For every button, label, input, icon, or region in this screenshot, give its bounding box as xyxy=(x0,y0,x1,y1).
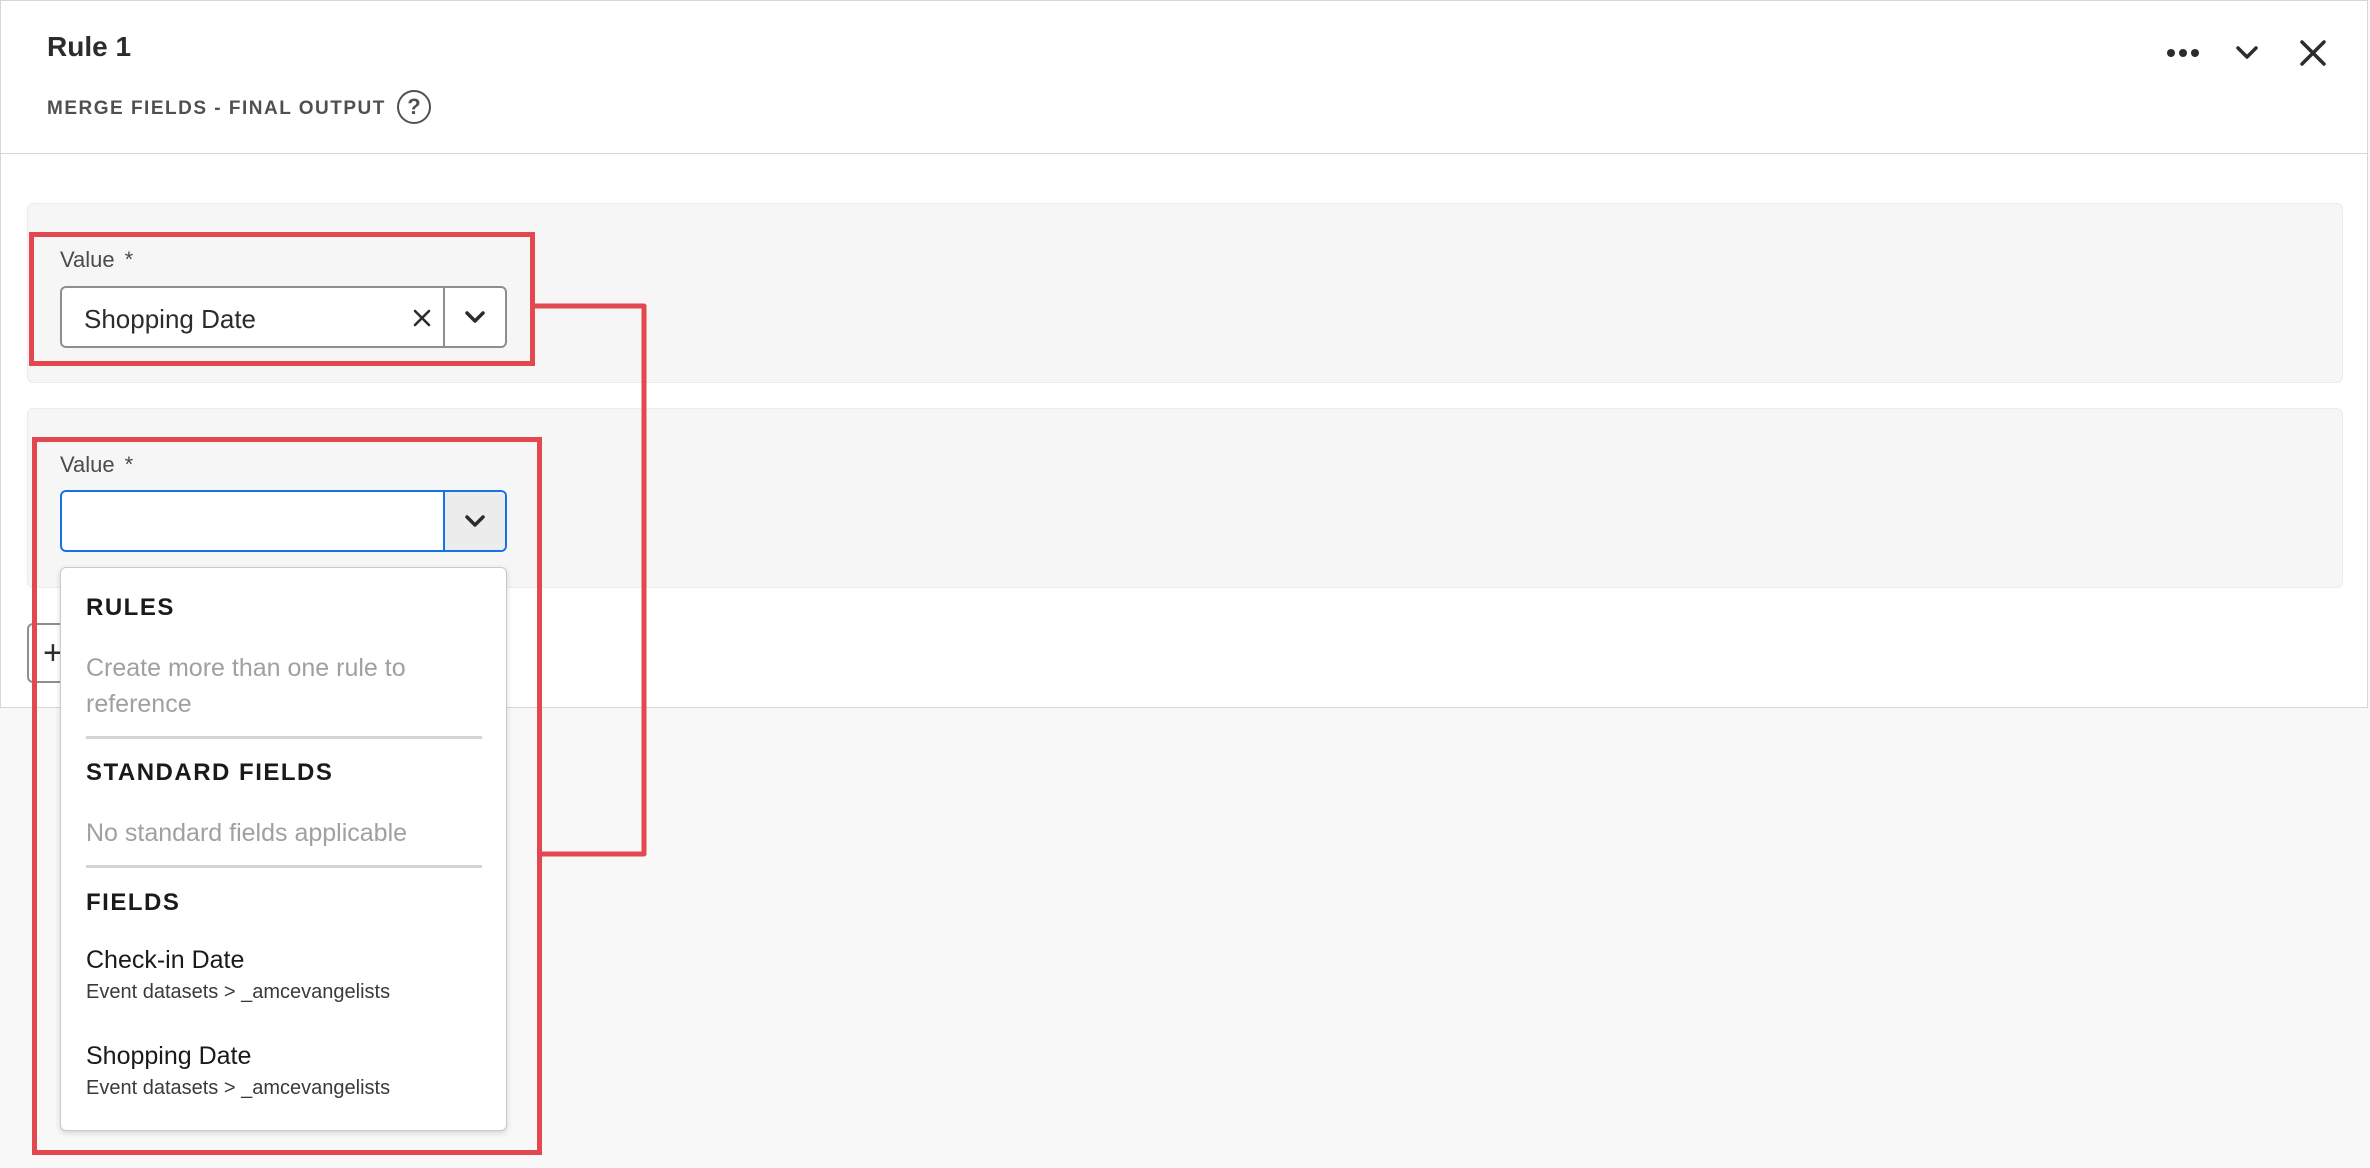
value-label-text: Value xyxy=(60,452,115,477)
chevron-down-icon xyxy=(465,515,485,527)
option-title: Check-in Date xyxy=(86,946,245,974)
required-mark: * xyxy=(124,247,134,272)
option-title: Shopping Date xyxy=(86,1042,252,1070)
value-label-1: Value * xyxy=(60,247,133,273)
chevron-down-icon xyxy=(465,311,485,323)
value-label-2: Value * xyxy=(60,452,133,478)
field-option-check-in-date[interactable]: Check-in Date Event datasets > _amcevang… xyxy=(86,946,486,1004)
required-mark: * xyxy=(124,452,134,477)
value-dropdown-menu: RULES Create more than one rule to refer… xyxy=(60,567,507,1131)
more-horizontal-icon xyxy=(2167,49,2199,57)
chevron-down-icon xyxy=(2236,46,2258,59)
section-heading-fields: FIELDS xyxy=(86,889,181,916)
close-button[interactable] xyxy=(2291,31,2335,75)
clear-value-button[interactable] xyxy=(407,303,437,333)
value-input-1[interactable]: Shopping Date xyxy=(84,304,256,335)
section-heading-rules: RULES xyxy=(86,594,175,621)
value-combobox-1[interactable]: Shopping Date xyxy=(60,286,507,348)
value-dropdown-toggle-1[interactable] xyxy=(443,288,505,346)
value-label-text: Value xyxy=(60,247,115,272)
field-option-shopping-date[interactable]: Shopping Date Event datasets > _amcevang… xyxy=(86,1042,486,1100)
section-divider xyxy=(86,865,482,868)
value-combobox-2[interactable] xyxy=(60,490,507,552)
section-heading-standard-fields: STANDARD FIELDS xyxy=(86,759,334,786)
rules-empty-text: Create more than one rule to reference xyxy=(86,654,406,718)
clear-icon xyxy=(413,309,431,327)
standard-fields-empty-text: No standard fields applicable xyxy=(86,819,408,847)
section-divider xyxy=(86,736,482,739)
more-actions-button[interactable] xyxy=(2161,31,2205,75)
collapse-button[interactable] xyxy=(2225,31,2269,75)
help-icon[interactable]: ? xyxy=(397,90,431,124)
panel-header: Rule 1 MERGE FIELDS - FINAL OUTPUT ? xyxy=(1,1,2367,154)
rule-subtitle: MERGE FIELDS - FINAL OUTPUT xyxy=(47,98,386,119)
rule-title: Rule 1 xyxy=(47,31,132,62)
option-path: Event datasets > _amcevangelists xyxy=(86,1077,391,1099)
option-path: Event datasets > _amcevangelists xyxy=(86,981,391,1003)
value-dropdown-toggle-2[interactable] xyxy=(443,492,505,550)
close-icon xyxy=(2300,40,2326,66)
